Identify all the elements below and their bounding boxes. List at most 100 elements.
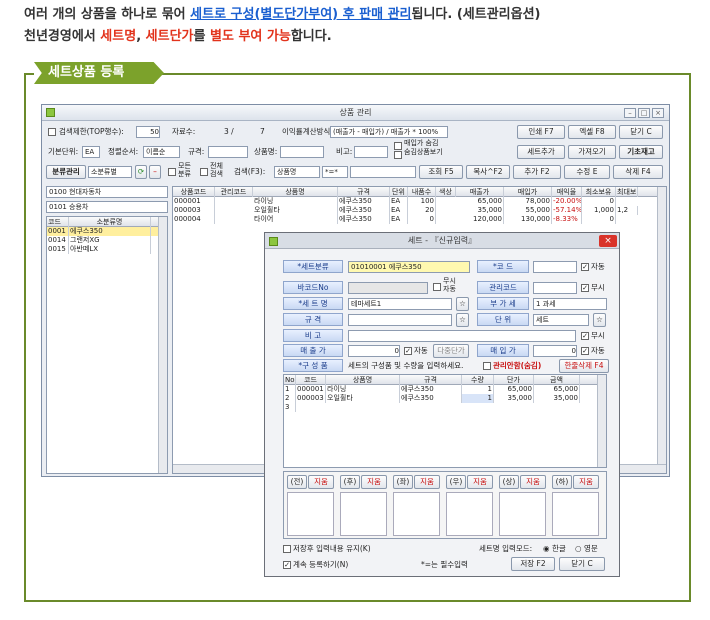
mode-korean-radio[interactable]: ◉ 한글 [543,543,566,555]
code-input[interactable] [533,261,577,273]
mgmt-hide-checkbox[interactable] [483,362,491,370]
note-input[interactable] [348,330,576,342]
sale-price-input[interactable]: 0 [348,345,400,357]
all-category-checkbox[interactable] [168,168,176,176]
query-button[interactable]: 조회 F5 [419,165,463,179]
unit-select[interactable]: 세트 [533,314,589,326]
image-slot[interactable] [552,492,599,536]
component-row[interactable]: 1 000001 라이닝 에쿠스350 1 65,000 65,000 [284,385,606,394]
product-grid-vscrollbar[interactable] [657,187,666,464]
product-row[interactable]: 000003 오일휠타 에쿠스350 EA 20 35,000 55,000 -57.14% 1… [173,206,666,215]
image-front-delete[interactable]: 지움 [308,475,334,489]
barcode-free-checkbox[interactable] [433,283,441,291]
search-limit-input[interactable]: 50 [136,126,160,138]
search-operator-select[interactable]: *=* [322,166,348,178]
refresh-icon[interactable]: ⟳ [135,165,147,179]
category-manage-button[interactable]: 분류관리 [46,165,86,179]
product-row[interactable]: 000001 라이닝 에쿠스350 EA 100 65,000 78,000 -20.00% 0 [173,197,666,206]
base-unit-input[interactable]: EA [82,146,100,158]
margin-method-select[interactable]: (매출가 - 매입가) / 매출가 * 100% [330,126,448,138]
delete-button[interactable]: 삭제 F4 [613,165,663,179]
buy-price-label: 매 입 가 [477,344,529,357]
continue-register-checkbox[interactable]: ✓ [283,561,291,569]
components-scrollbar[interactable] [597,375,606,467]
dialog-close-icon[interactable]: × [599,235,617,247]
image-slot[interactable] [393,492,440,536]
image-right-delete[interactable]: 지움 [467,475,493,489]
note-free-checkbox[interactable]: ✓ [581,332,589,340]
image-top-button[interactable]: (상) [499,475,519,489]
dialog-close-button[interactable]: 닫기 C [559,557,605,571]
code-auto-checkbox[interactable]: ✓ [581,263,589,271]
image-slot[interactable] [446,492,493,536]
basic-stock-button[interactable]: 기초재고 [619,145,663,159]
subcategory-row[interactable]: 0014 그랜저XG [47,236,167,245]
image-left-delete[interactable]: 지움 [414,475,440,489]
copy-button[interactable]: 복사^F2 [466,165,510,179]
category-view-select[interactable]: 소분류별 [88,166,132,178]
edit-button[interactable]: 수정 E [564,165,610,179]
barcode-input[interactable] [348,282,428,294]
image-left-button[interactable]: (좌) [393,475,413,489]
star-icon[interactable]: ☆ [456,297,469,311]
components-grid: No 코드 상품명 규격 수량 단가 금액 1 000001 라이닝 에쿠스350 1 65,000 6… [283,374,607,468]
spec-input[interactable] [208,146,248,158]
image-bottom-delete[interactable]: 지움 [573,475,599,489]
mode-english-radio[interactable]: ○ 영문 [575,543,598,555]
subcategory-scrollbar[interactable] [158,217,167,473]
subcategory-row[interactable]: 0015 아반떼LX [47,245,167,254]
search-input[interactable] [350,166,416,178]
image-slot[interactable] [340,492,387,536]
image-top-delete[interactable]: 지움 [520,475,546,489]
set-category-select[interactable]: 01010001 에쿠스350 [348,261,470,273]
middle-category-select[interactable]: 0101 승용차 [46,201,168,213]
delete-row-button[interactable]: 한줄삭제 F4 [559,359,609,373]
image-right-button[interactable]: (우) [446,475,466,489]
image-slot[interactable] [287,492,334,536]
sale-auto-checkbox[interactable]: ✓ [404,347,412,355]
product-row[interactable]: 000004 타이어 에쿠스350 EA 0 120,000 130,000 -8.33% 0 [173,215,666,224]
component-row[interactable]: 3 [284,403,606,412]
buy-hide-checkbox[interactable] [394,142,402,150]
star-icon[interactable]: ☆ [593,313,606,327]
all-search-checkbox[interactable] [200,168,208,176]
note-input[interactable] [354,146,388,158]
app-icon [46,108,55,117]
hidden-products-checkbox[interactable] [394,151,402,159]
maximize-icon[interactable]: □ [638,108,650,118]
print-button[interactable]: 인쇄 F7 [517,125,565,139]
vat-label: 부 가 세 [477,297,529,310]
sort-order-select[interactable]: 이름순 [143,146,180,158]
image-front-button[interactable]: (전) [287,475,307,489]
image-slot[interactable] [499,492,546,536]
excel-button[interactable]: 엑셀 F8 [568,125,616,139]
image-back-delete[interactable]: 지움 [361,475,387,489]
add-button[interactable]: 추가 F2 [513,165,561,179]
product-name-input[interactable] [280,146,324,158]
search-limit-checkbox[interactable] [48,128,56,136]
subcategory-row[interactable]: 0001 에쿠스350 [47,227,167,236]
mgmt-free-checkbox[interactable]: ✓ [581,284,589,292]
image-bottom-button[interactable]: (하) [552,475,572,489]
vat-select[interactable]: 1 과세 [533,298,607,310]
section-title: 세트상품 등록 [34,62,164,84]
close-button[interactable]: 닫기 C [619,125,663,139]
mgmt-code-input[interactable] [533,282,577,294]
search-field-select[interactable]: 상품명 [274,166,320,178]
component-row[interactable]: 2 000003 오일휠타 에쿠스350 1 35,000 35,000 [284,394,606,403]
buy-price-input[interactable]: 0 [533,345,577,357]
set-add-button[interactable]: 세트추가 [517,145,565,159]
star-icon[interactable]: ☆ [456,313,469,327]
image-back-button[interactable]: (후) [340,475,360,489]
minimize-icon[interactable]: – [624,108,636,118]
buy-auto-checkbox[interactable]: ✓ [581,347,589,355]
remove-icon[interactable]: – [149,165,161,179]
keep-input-checkbox[interactable] [283,545,291,553]
major-category-select[interactable]: 0100 현대자동차 [46,186,168,198]
close-icon[interactable]: × [652,108,664,118]
save-button[interactable]: 저장 F2 [511,557,555,571]
import-button[interactable]: 가져오기 [568,145,616,159]
multi-price-button[interactable]: 다중단가 [433,344,469,358]
spec-input[interactable] [348,314,452,326]
set-name-input[interactable]: 테마세트1 [348,298,452,310]
